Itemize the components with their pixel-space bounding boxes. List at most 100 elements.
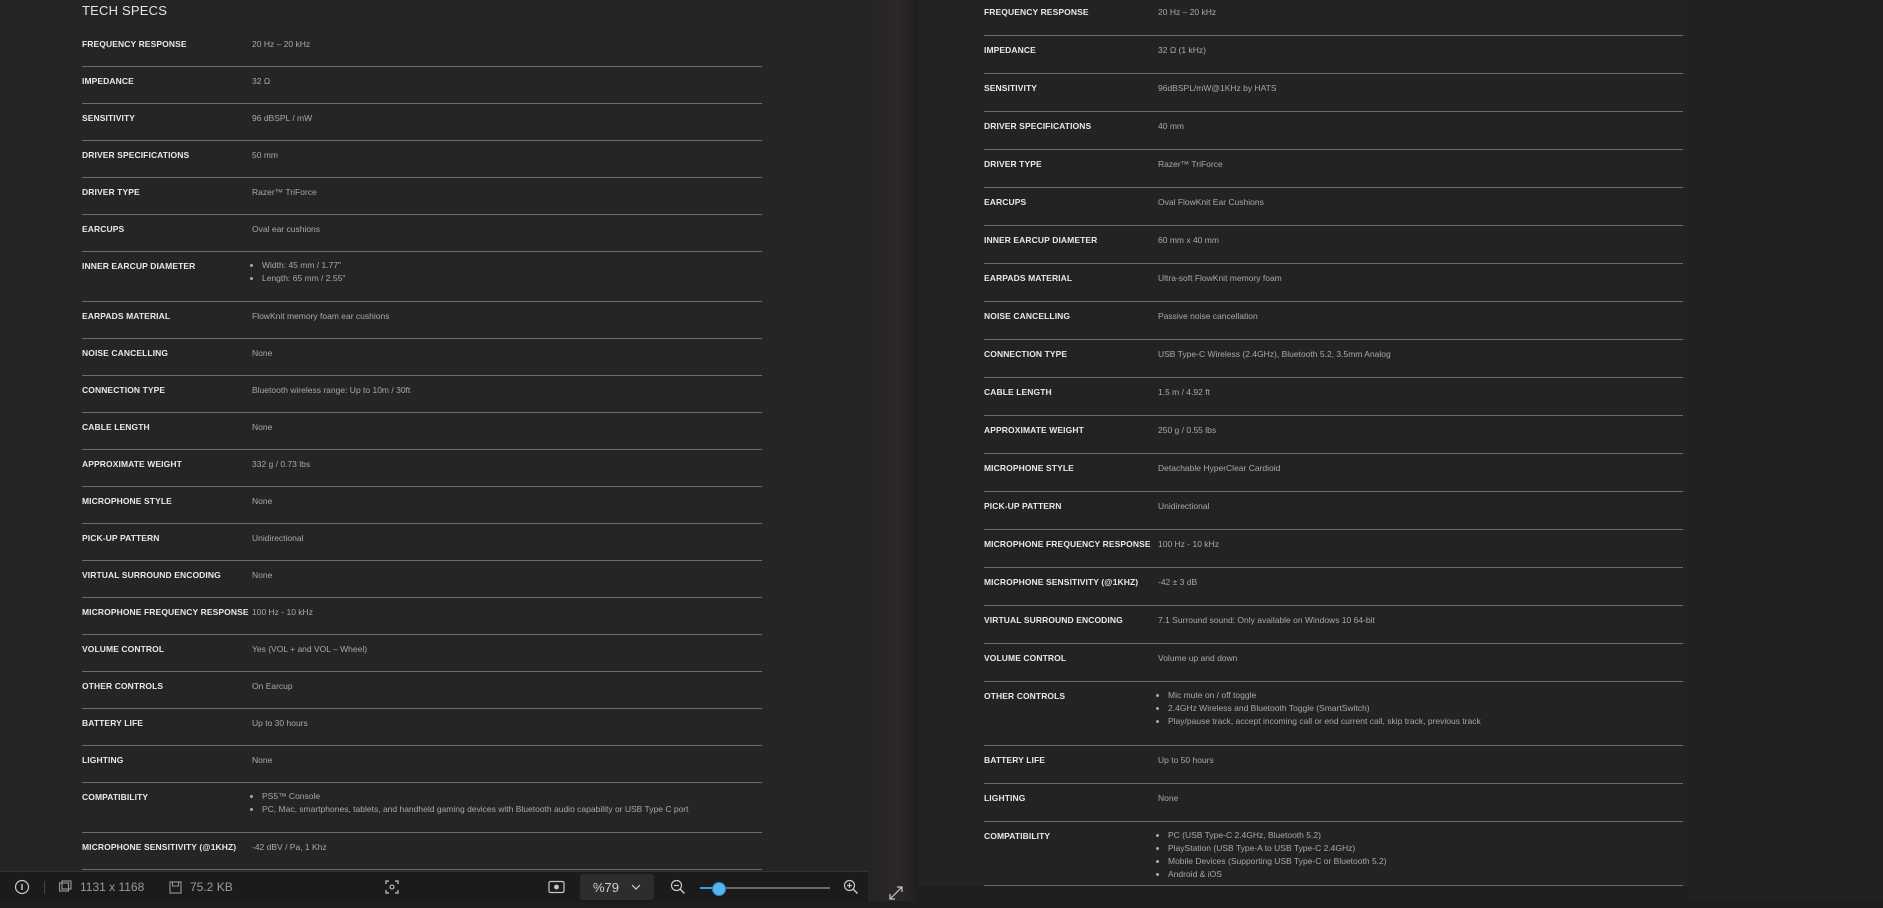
zoom-dropdown[interactable]: %79 <box>580 874 654 900</box>
spec-label: MICROPHONE STYLE <box>984 463 1074 473</box>
file-size-info: 75.2 KB <box>169 872 233 902</box>
spec-value: PS5™ ConsolePC, Mac, smartphones, tablet… <box>252 790 689 816</box>
spec-row: NOISE CANCELLING Passive noise cancellati… <box>984 302 1683 340</box>
spec-value: 20 Hz – 20 kHz <box>252 39 311 49</box>
spec-value-item: 2.4GHz Wireless and Bluetooth Toggle (Sm… <box>1168 702 1481 715</box>
right-spec-list: FREQUENCY RESPONSE 20 Hz – 20 kHz IMPEDANC… <box>984 0 1683 886</box>
spec-value-list: PS5™ ConsolePC, Mac, smartphones, tablet… <box>252 790 689 816</box>
spec-label: FREQUENCY RESPONSE <box>984 7 1089 17</box>
spec-value: Up to 30 hours <box>252 718 308 728</box>
spec-label: PICK-UP PATTERN <box>82 533 160 543</box>
spec-row: MICROPHONE SENSITIVITY (@1KHZ) -42 dBV / … <box>82 833 762 870</box>
spec-row: DRIVER TYPE Razer™ TriForce <box>82 178 762 215</box>
spec-value-list: Mic mute on / off toggle2.4GHz Wireless … <box>1158 689 1481 728</box>
spec-label: LIGHTING <box>82 755 124 765</box>
spec-label: VOLUME CONTROL <box>82 644 165 654</box>
spec-value: Width: 45 mm / 1.77"Length: 65 mm / 2.55… <box>252 259 345 285</box>
spec-row: FREQUENCY RESPONSE 20 Hz – 20 kHz <box>984 0 1683 36</box>
spec-value-item: Play/pause track, accept incoming call o… <box>1168 715 1481 728</box>
left-spec-list: FREQUENCY RESPONSE 20 Hz – 20 kHz IMPEDANC… <box>82 30 762 870</box>
spec-row: NOISE CANCELLING None <box>82 339 762 376</box>
focus-button[interactable] <box>384 872 400 902</box>
spec-row: VOLUME CONTROL Yes (VOL + and VOL – Wheel… <box>82 635 762 672</box>
spec-row: DRIVER SPECIFICATIONS 40 mm <box>984 112 1683 150</box>
spec-row: IMPEDANCE 32 Ω <box>82 67 762 104</box>
spec-label: CONNECTION TYPE <box>984 349 1068 359</box>
spec-label: IMPEDANCE <box>984 45 1036 55</box>
spec-row: VIRTUAL SURROUND ENCODING 7.1 Surround so… <box>984 606 1683 644</box>
zoom-in-button[interactable] <box>843 872 859 902</box>
spec-label: INNER EARCUP DIAMETER <box>984 235 1098 245</box>
spec-value-list: Width: 45 mm / 1.77"Length: 65 mm / 2.55… <box>252 259 345 285</box>
spec-value: Ultra-soft FlowKnit memory foam <box>1158 273 1282 283</box>
spec-value: FlowKnit memory foam ear cushions <box>252 311 390 321</box>
spec-value: USB Type-C Wireless (2.4GHz), Bluetooth … <box>1158 349 1391 359</box>
spec-row: LIGHTING None <box>984 784 1683 822</box>
spec-value: None <box>252 422 273 432</box>
zoom-out-button[interactable] <box>670 872 686 902</box>
spec-row: OTHER CONTROLS Mic mute on / off toggle2.… <box>984 682 1683 746</box>
spec-row: VOLUME CONTROL Volume up and down <box>984 644 1683 682</box>
spec-value: Mic mute on / off toggle2.4GHz Wireless … <box>1158 689 1481 728</box>
spec-label: BATTERY LIFE <box>984 755 1046 765</box>
spec-row: MICROPHONE FREQUENCY RESPONSE 100 Hz - 10… <box>82 598 762 635</box>
spec-row: EARCUPS Oval FlowKnit Ear Cushions <box>984 188 1683 226</box>
spec-label: DRIVER SPECIFICATIONS <box>984 121 1092 131</box>
spec-label: DRIVER TYPE <box>82 187 140 197</box>
spec-value: -42 ± 3 dB <box>1158 577 1198 587</box>
spec-label: CABLE LENGTH <box>984 387 1052 397</box>
expand-button[interactable] <box>888 878 904 908</box>
viewer-status-bar: 1131 x 1168 75.2 KB %79 <box>0 871 868 902</box>
spec-label: PICK-UP PATTERN <box>984 501 1062 511</box>
spec-row: PICK-UP PATTERN Unidirectional <box>82 524 762 561</box>
spec-value-item: Android & iOS <box>1168 868 1387 881</box>
spec-value: Detachable HyperClear Cardioid <box>1158 463 1281 473</box>
spec-label: IMPEDANCE <box>82 76 134 86</box>
spec-value: 20 Hz – 20 kHz <box>1158 7 1217 17</box>
spec-label: LIGHTING <box>984 793 1026 803</box>
spec-label: VOLUME CONTROL <box>984 653 1067 663</box>
spec-row: FREQUENCY RESPONSE 20 Hz – 20 kHz <box>82 30 762 67</box>
spec-row: LIGHTING None <box>82 746 762 783</box>
spec-row: INNER EARCUP DIAMETER 60 mm x 40 mm <box>984 226 1683 264</box>
spec-value: 250 g / 0.55 lbs <box>1158 425 1217 435</box>
spec-label: SENSITIVITY <box>82 113 136 123</box>
spec-value-item: PS5™ Console <box>262 790 689 803</box>
spec-value: 32 Ω (1 kHz) <box>1158 45 1206 55</box>
spec-value: PC (USB Type-C 2.4GHz, Bluetooth 5.2)Pla… <box>1158 829 1387 881</box>
spec-row: MICROPHONE FREQUENCY RESPONSE 100 Hz - 10… <box>984 530 1683 568</box>
spec-row: EARPADS MATERIAL FlowKnit memory foam ear… <box>82 302 762 339</box>
spec-label: MICROPHONE SENSITIVITY (@1KHZ) <box>984 577 1139 587</box>
zoom-out-icon <box>670 879 685 894</box>
spec-label: COMPATIBILITY <box>984 831 1051 841</box>
spec-value: Passive noise cancellation <box>1158 311 1258 321</box>
spec-value: None <box>252 570 273 580</box>
spec-row: DRIVER TYPE Razer™ TriForce <box>984 150 1683 188</box>
screen-button[interactable] <box>548 872 565 902</box>
spec-label: MICROPHONE STYLE <box>82 496 172 506</box>
spec-label: SENSITIVITY <box>984 83 1038 93</box>
spec-value: Razer™ TriForce <box>1158 159 1223 169</box>
spec-value: Up to 50 hours <box>1158 755 1214 765</box>
screen-icon <box>548 880 565 894</box>
spec-label: EARPADS MATERIAL <box>984 273 1073 283</box>
expand-icon <box>889 886 903 900</box>
spec-row: COMPATIBILITY PS5™ ConsolePC, Mac, smartp… <box>82 783 762 833</box>
spec-value: Unidirectional <box>1158 501 1210 511</box>
spec-value: None <box>252 348 273 358</box>
spec-value: 96 dBSPL / mW <box>252 113 313 123</box>
spec-value-item: PlayStation (USB Type-A to USB Type-C 2.… <box>1168 842 1387 855</box>
info-button[interactable] <box>14 872 30 902</box>
spec-value: None <box>252 755 273 765</box>
file-size: 75.2 KB <box>190 880 233 894</box>
zoom-slider-thumb[interactable] <box>712 882 727 896</box>
spec-value: Yes (VOL + and VOL – Wheel) <box>252 644 368 654</box>
spec-label: DRIVER SPECIFICATIONS <box>82 150 190 160</box>
zoom-slider[interactable] <box>700 882 830 896</box>
spec-value: 40 mm <box>1158 121 1184 131</box>
spec-row: CONNECTION TYPE USB Type-C Wireless (2.4G… <box>984 340 1683 378</box>
spec-value: 96dBSPL/mW@1KHz by HATS <box>1158 83 1277 93</box>
dimensions-info: 1131 x 1168 <box>58 872 144 902</box>
spec-row: BATTERY LIFE Up to 50 hours <box>984 746 1683 784</box>
spec-row: SENSITIVITY 96 dBSPL / mW <box>82 104 762 141</box>
